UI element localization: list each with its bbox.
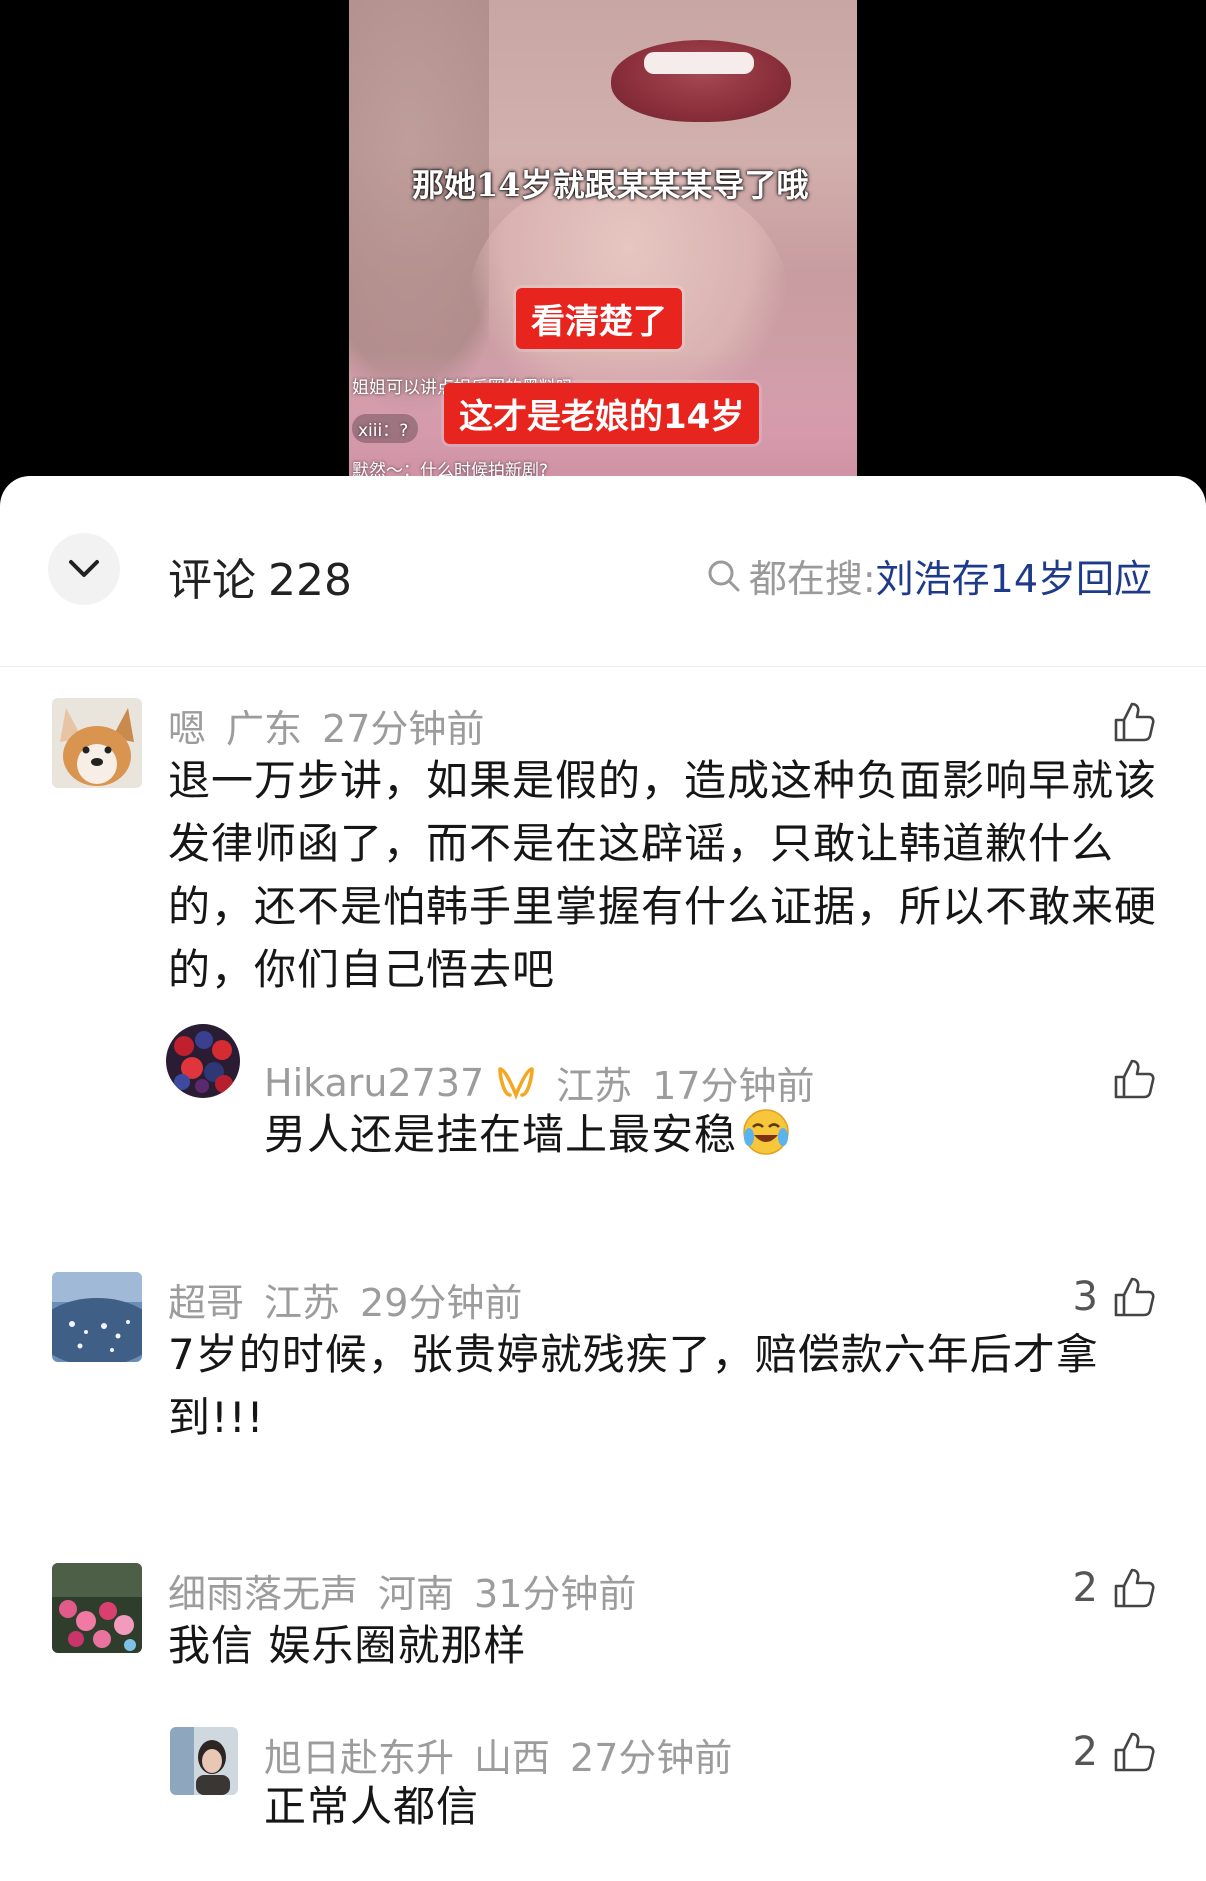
- comment-time: 29分钟前: [360, 1281, 523, 1325]
- reply-location: 江苏: [556, 1064, 633, 1108]
- collapse-button[interactable]: [48, 533, 120, 605]
- vip-badge-icon: [496, 1065, 536, 1101]
- danmu-line: xiii：?: [352, 414, 419, 443]
- comment-location: 河南: [378, 1572, 455, 1616]
- comment-time: 27分钟前: [322, 707, 485, 751]
- avatar[interactable]: [52, 1563, 142, 1653]
- comment-text: 我信 娱乐圈就那样: [168, 1621, 527, 1670]
- comment-location: 广东: [226, 707, 303, 751]
- like-button[interactable]: 2: [1073, 1565, 1156, 1611]
- video-teeth: [644, 52, 754, 74]
- comments-panel: 评论 228 都在搜: 刘浩存14岁回应 嗯 广东 27分钟前 退一万步讲，如果…: [0, 476, 1206, 1881]
- reply-username[interactable]: Hikaru2737: [264, 1061, 484, 1105]
- reply-time: 17分钟前: [652, 1064, 815, 1108]
- flowers-avatar-image: [52, 1563, 142, 1653]
- search-icon: [708, 560, 740, 591]
- reply-text-row: 男人还是挂在墙上最安稳: [264, 1103, 1124, 1174]
- avatar[interactable]: [52, 1272, 142, 1362]
- reply-time: 27分钟前: [570, 1736, 733, 1780]
- comments-header: 评论 228 都在搜: 刘浩存14岁回应: [0, 476, 1206, 666]
- thumbs-up-icon: [1114, 702, 1155, 742]
- avatar[interactable]: [52, 698, 142, 788]
- reply-text: 男人还是挂在墙上最安稳: [264, 1110, 738, 1159]
- berries-avatar-image: [166, 1024, 240, 1098]
- thumbs-up-icon: [1114, 1277, 1155, 1317]
- avatar[interactable]: [170, 1727, 238, 1795]
- thumbs-up-icon: [1114, 1059, 1155, 1099]
- reply-meta: Hikaru2737 江苏 17分钟前: [264, 1055, 815, 1110]
- reply-text: 正常人都信: [264, 1782, 480, 1831]
- video-subtitle: 那她14岁就跟某某某导了哦: [412, 166, 809, 204]
- comment-text: 退一万步讲，如果是假的，造成这种负面影响早就该发律师函了，而不是在这辟谣，只敢让…: [168, 756, 1158, 994]
- trending-term[interactable]: 刘浩存14岁回应: [876, 548, 1152, 603]
- like-count: 2: [1072, 1565, 1098, 1611]
- comments-title-label: 评论: [168, 555, 256, 606]
- comment-username[interactable]: 超哥: [168, 1272, 244, 1327]
- like-button[interactable]: 3: [1073, 1274, 1156, 1320]
- thumbs-up-icon: [1114, 1568, 1155, 1608]
- night-city-avatar-image: [52, 1272, 142, 1362]
- trending-label: 都在搜:: [748, 557, 876, 601]
- comment-meta: 细雨落无声 河南 31分钟前: [168, 1563, 636, 1618]
- comment-username[interactable]: 嗯: [168, 698, 206, 753]
- comments-count: 228: [268, 555, 352, 606]
- portrait-avatar-image: [170, 1727, 238, 1795]
- like-button[interactable]: 2: [1073, 1729, 1156, 1775]
- trending-search-link[interactable]: 都在搜: 刘浩存14岁回应: [707, 548, 1152, 603]
- comment-text: 7岁的时候，张贵婷就残疾了，赔偿款六年后才拿到!!!: [168, 1330, 1099, 1442]
- like-button[interactable]: [1098, 1057, 1156, 1101]
- comments-title: 评论 228: [168, 544, 352, 608]
- comment-location: 江苏: [264, 1281, 341, 1325]
- reply-meta: 旭日赴东升 山西 27分钟前: [264, 1727, 732, 1782]
- corgi-avatar-image: [52, 698, 142, 788]
- bottom-fade: [0, 1841, 1206, 1881]
- video-player[interactable]: 那她14岁就跟某某某导了哦 看清楚了 姐姐可以讲点娱乐圈的黑料吗 xiii：? …: [0, 0, 1206, 500]
- laugh-cry-emoji-icon: [741, 1107, 791, 1174]
- avatar[interactable]: [166, 1024, 240, 1098]
- reply-username[interactable]: 旭日赴东升: [264, 1727, 454, 1782]
- video-sticker-text: 这才是老娘的14岁: [444, 383, 760, 444]
- comment-username[interactable]: 细雨落无声: [168, 1563, 358, 1618]
- comment-meta: 嗯 广东 27分钟前: [168, 698, 484, 753]
- comment-meta: 超哥 江苏 29分钟前: [168, 1272, 522, 1327]
- comment-time: 31分钟前: [474, 1572, 637, 1616]
- like-count: 2: [1072, 1729, 1098, 1775]
- reply-location: 山西: [474, 1736, 551, 1780]
- like-count: 3: [1072, 1274, 1098, 1320]
- header-divider: [0, 666, 1206, 667]
- like-button[interactable]: [1098, 700, 1156, 744]
- thumbs-up-icon: [1114, 1732, 1155, 1772]
- video-sticker-text: 看清楚了: [516, 288, 682, 349]
- chevron-down-icon: [69, 560, 99, 577]
